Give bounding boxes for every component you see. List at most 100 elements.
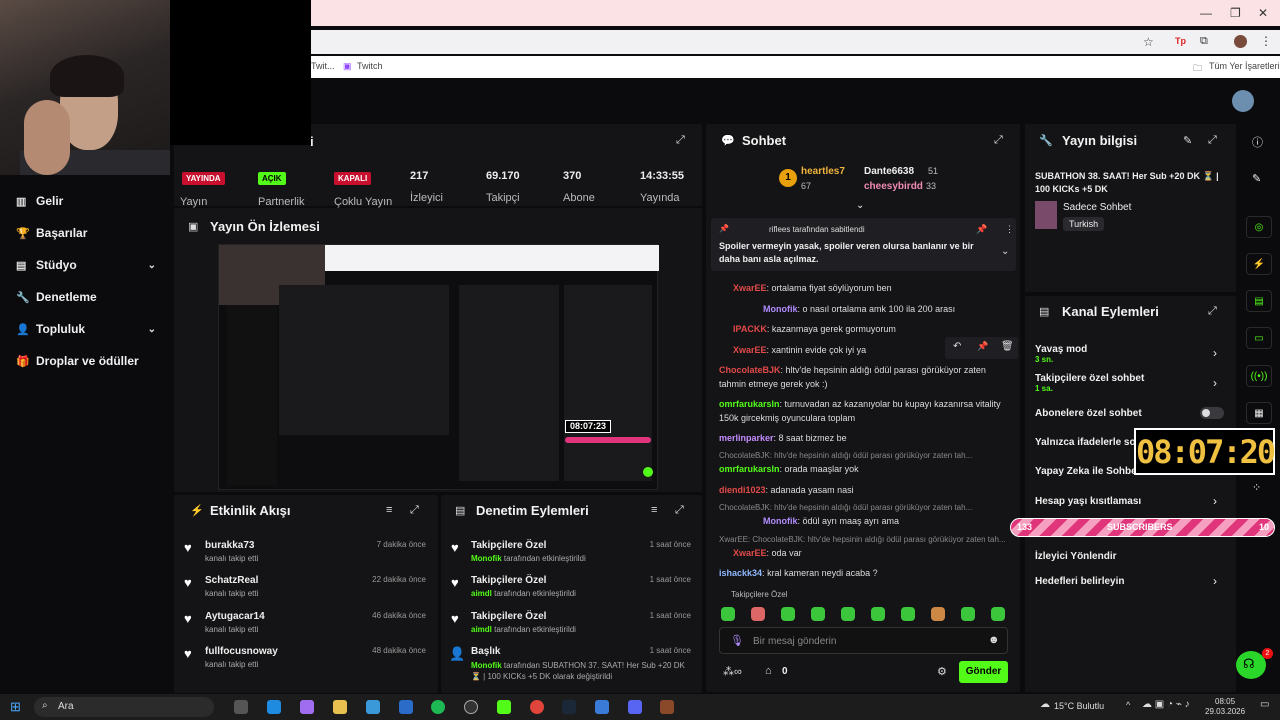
chevron-right-icon[interactable]: ›	[1213, 494, 1217, 508]
pencil-icon[interactable]: ✎	[1183, 134, 1192, 147]
all-bookmarks[interactable]: Tüm Yer İşaretleri	[1209, 61, 1280, 71]
chat-username[interactable]: XwarEE	[733, 283, 767, 293]
chevron-right-icon[interactable]: ›	[1213, 376, 1217, 390]
sidebar-item-gelir[interactable]: ▥ Gelir	[16, 194, 156, 208]
chat-username[interactable]: omrfarukarsln	[719, 464, 780, 474]
obs-icon[interactable]	[464, 700, 478, 714]
profile-avatar[interactable]	[1234, 35, 1247, 48]
stream-preview[interactable]: 08:07:23	[218, 244, 659, 490]
chevron-right-icon[interactable]: ›	[1213, 346, 1217, 360]
chat-message[interactable]: XwarEE: ortalama fiyat söylüyorum ben	[719, 281, 1009, 295]
steam-icon[interactable]	[562, 700, 576, 714]
mod-actor[interactable]: aimdl	[471, 625, 492, 634]
chat-message[interactable]: IPACKK: kazanmaya gerek gormuyorum	[719, 322, 1009, 336]
sidebar-item-basarilar[interactable]: 🏆 Başarılar	[16, 226, 156, 240]
scan-icon[interactable]: ◎	[1246, 216, 1272, 238]
kick-icon[interactable]	[497, 700, 511, 714]
chat-message[interactable]: XwarEE: oda var	[719, 546, 1009, 560]
sidebar-item-denetleme[interactable]: 🔧 Denetleme	[16, 290, 156, 304]
user-avatar[interactable]	[1232, 90, 1254, 112]
close-icon[interactable]: ✕	[1258, 6, 1268, 20]
category-name[interactable]: Sadece Sohbet	[1063, 202, 1131, 213]
send-button[interactable]: Gönder	[959, 661, 1008, 683]
goals-label[interactable]: Hedefleri belirleyin	[1035, 576, 1124, 587]
mod-actor[interactable]: Monofik	[471, 554, 502, 563]
notification-icon[interactable]: ▭	[1260, 699, 1269, 710]
chat-username[interactable]: ChocolateBJK	[719, 365, 781, 375]
unpin-icon[interactable]: 📌	[976, 224, 987, 235]
chrome-icon[interactable]	[530, 700, 544, 714]
sidebar-item-studyo[interactable]: ▤ Stüdyo ⌄	[16, 258, 156, 272]
store-icon[interactable]: ⌂	[765, 665, 772, 677]
pencil-icon[interactable]: ✎	[1252, 172, 1261, 185]
star-icon[interactable]: ☆	[1143, 35, 1154, 49]
event-name[interactable]: Aytugacar14	[205, 611, 265, 622]
sidebar-item-droplar[interactable]: 🎁 Droplar ve ödüller	[16, 354, 156, 368]
minimize-icon[interactable]: —	[1200, 6, 1212, 20]
nodes-icon[interactable]: ⁘	[1252, 481, 1261, 494]
mod-actor[interactable]: Monofik	[471, 661, 502, 670]
event-name[interactable]: fullfocusnoway	[205, 646, 278, 657]
chat-message[interactable]: Monofik: o nasıl ortalama amk 100 ila 20…	[719, 302, 1009, 316]
chat-username[interactable]: IPACKK	[733, 324, 767, 334]
event-name[interactable]: burakka73	[205, 540, 254, 551]
top-gifter-2[interactable]: Dante6638	[864, 166, 914, 177]
emote-icon[interactable]	[751, 607, 765, 621]
info-icon[interactable]: ⓘ	[1252, 134, 1263, 150]
clock-time[interactable]: 08:05	[1215, 697, 1235, 706]
chat-username[interactable]: ishackk34	[719, 568, 762, 578]
chevron-right-icon[interactable]: ›	[1213, 574, 1217, 588]
emote-icon[interactable]	[901, 607, 915, 621]
raid-label[interactable]: İzleyici Yönlendir	[1035, 551, 1117, 562]
game-icon[interactable]	[660, 700, 674, 714]
sidebar-item-topluluk[interactable]: 👤 Topluluk ⌄	[16, 322, 156, 336]
gear-icon[interactable]: ⚙	[937, 665, 947, 678]
chat-username[interactable]: XwarEE	[733, 345, 767, 355]
account-age-label[interactable]: Hesap yaşı kısıtlaması	[1035, 496, 1141, 507]
chat-username[interactable]: diendi1023	[719, 485, 766, 495]
weather-text[interactable]: 15°C Bulutlu	[1054, 701, 1104, 711]
menu-icon[interactable]: ⋮	[1260, 34, 1272, 48]
followers-only-label[interactable]: Takipçilere özel sohbet	[1035, 373, 1144, 384]
emote-icon[interactable]	[931, 607, 945, 621]
clipboard-icon[interactable]: ▤	[1246, 290, 1272, 312]
bookmark-item[interactable]: Twitch	[357, 61, 383, 71]
clock-date[interactable]: 29.03.2026	[1205, 707, 1245, 716]
task-view-icon[interactable]	[234, 700, 248, 714]
broadcast-icon[interactable]: ((•))	[1246, 365, 1272, 387]
chat-message[interactable]: Monofik: ödül ayrı maaş ayrı ama	[719, 514, 1009, 528]
subscribers-only-toggle[interactable]	[1200, 407, 1224, 419]
chat-message[interactable]: ishackk34: kral kameran neydi acaba ?	[719, 566, 1009, 580]
chat-message[interactable]: diendi1023: adanada yasam nasi	[719, 483, 1009, 497]
app-icon[interactable]	[595, 700, 609, 714]
store-icon[interactable]	[366, 700, 380, 714]
spotify-icon[interactable]	[431, 700, 445, 714]
chat-username[interactable]: XwarEE	[733, 548, 767, 558]
chat-message[interactable]: ChocolateBJK: hltv'de hepsinin aldığı öd…	[719, 363, 1009, 391]
popout-icon[interactable]: ⤢	[1208, 134, 1217, 147]
bookmark-item[interactable]: Twit...	[311, 61, 335, 71]
outlook-icon[interactable]	[399, 700, 413, 714]
slow-mode-label[interactable]: Yavaş mod	[1035, 344, 1087, 355]
discord-icon[interactable]	[628, 700, 642, 714]
emote-icon[interactable]	[811, 607, 825, 621]
explorer-icon[interactable]	[333, 700, 347, 714]
points-icon[interactable]: ⁂∞	[723, 665, 742, 678]
trash-icon[interactable]: 🗑	[1001, 341, 1014, 352]
emote-icon[interactable]	[961, 607, 975, 621]
mic-icon[interactable]: 🎙	[730, 634, 744, 647]
chat-message[interactable]: omrfarukarsln: orada maaşlar yok	[719, 462, 1009, 476]
bolt-icon[interactable]: ⚡	[1246, 253, 1272, 275]
extension-icon[interactable]: Tp	[1175, 36, 1186, 46]
chat-username[interactable]: Monofik	[763, 304, 798, 314]
ai-chat-label[interactable]: Yapay Zeka ile Sohbet	[1035, 466, 1140, 477]
popout-icon[interactable]: ⤢	[1208, 305, 1217, 318]
pin-icon[interactable]: 📌	[977, 341, 988, 352]
reply-preview[interactable]: ChocolateBJK: hltv'de hepsinin aldığı öd…	[719, 451, 972, 460]
chat-icon[interactable]: ▭	[1246, 327, 1272, 349]
more-icon[interactable]: ⋮	[1005, 224, 1014, 235]
emote-icon[interactable]	[871, 607, 885, 621]
chat-username[interactable]: merlinparker	[719, 433, 774, 443]
top-gifter-3[interactable]: cheesybirdd	[864, 181, 923, 192]
chevron-down-icon[interactable]: ⌄	[856, 200, 864, 211]
